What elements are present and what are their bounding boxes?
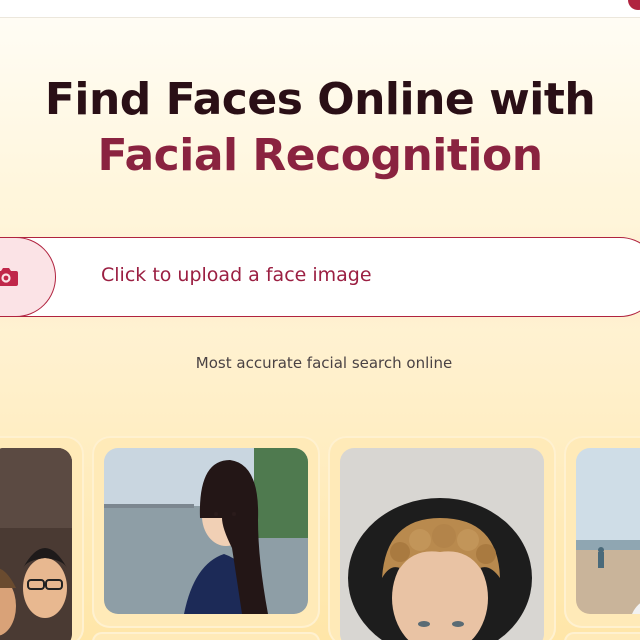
menu-button[interactable]: [628, 0, 640, 10]
upload-label[interactable]: Click to upload a face image: [101, 264, 372, 286]
face-photo-3-image: [340, 448, 544, 640]
hero-heading: Find Faces Online with Facial Recognitio…: [0, 72, 640, 184]
hero-heading-line2: Facial Recognition: [97, 130, 543, 181]
face-photo-2-image: [104, 448, 308, 614]
face-photo-2[interactable]: [104, 448, 308, 614]
gallery-card[interactable]: [92, 632, 320, 640]
camera-icon: [0, 268, 18, 286]
gallery-card[interactable]: [564, 632, 640, 640]
face-photo-3[interactable]: [340, 448, 544, 640]
top-navigation-bar: [0, 0, 640, 18]
subtitle: Most accurate facial search online: [195, 354, 453, 372]
hero-heading-line1: Find Faces Online with: [44, 74, 596, 125]
face-photo-1-image: [0, 448, 72, 640]
face-photo-4-image: [576, 448, 640, 614]
face-photo-1[interactable]: [0, 448, 72, 640]
face-photo-4[interactable]: [576, 448, 640, 614]
